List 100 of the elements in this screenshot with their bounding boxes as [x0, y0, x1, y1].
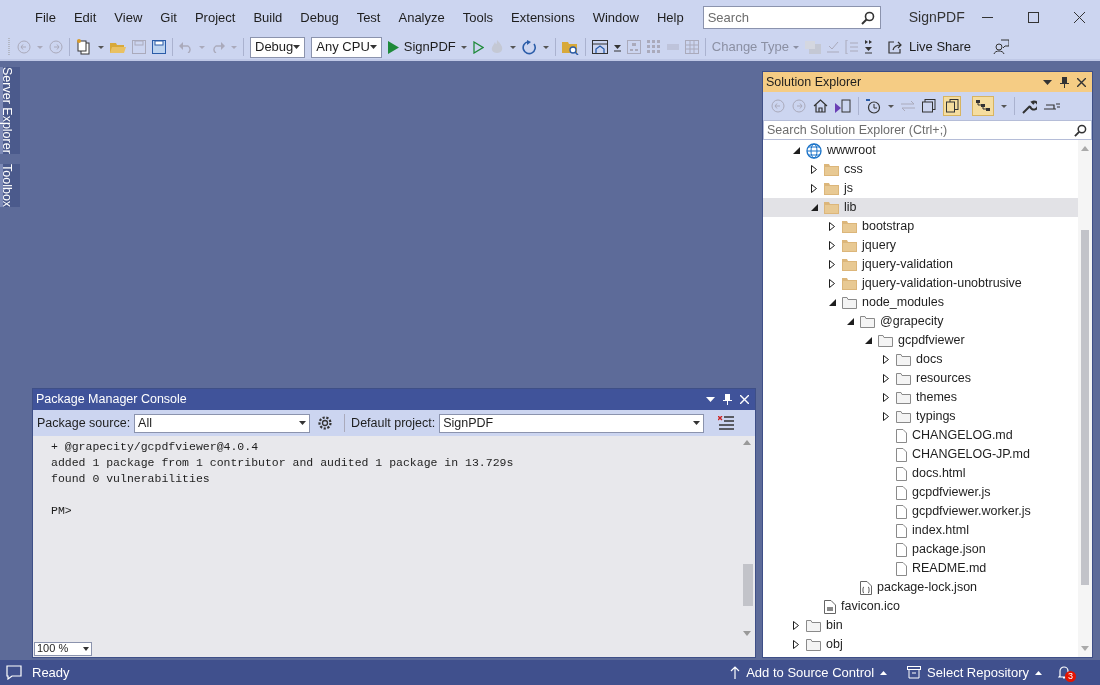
- tree-item[interactable]: jquery-validation: [763, 255, 1078, 274]
- settings-icon[interactable]: [317, 415, 334, 431]
- tree-item[interactable]: css: [763, 160, 1078, 179]
- tree-item[interactable]: CHANGELOG-JP.md: [763, 445, 1078, 464]
- menu-item[interactable]: Test: [347, 7, 390, 28]
- close-icon[interactable]: [1077, 77, 1086, 87]
- expand-arrow-icon[interactable]: [793, 640, 799, 649]
- tree-item[interactable]: resources: [763, 369, 1078, 388]
- menu-item[interactable]: Build: [244, 7, 292, 28]
- tree-item[interactable]: gcpdfviewer: [763, 331, 1078, 350]
- menu-item[interactable]: Window: [583, 7, 648, 28]
- collapse-arrow-icon[interactable]: [828, 299, 836, 306]
- tree-item[interactable]: gcpdfviewer.js: [763, 483, 1078, 502]
- pending-changes-icon[interactable]: [1044, 101, 1060, 111]
- tree-item[interactable]: README.md: [763, 559, 1078, 578]
- configuration-dropdown[interactable]: Debug: [250, 36, 306, 58]
- menu-item[interactable]: Tools: [453, 7, 503, 28]
- collapse-arrow-icon[interactable]: [846, 318, 854, 325]
- menu-item[interactable]: View: [105, 7, 152, 28]
- home-icon[interactable]: [813, 99, 828, 113]
- run-without-debugging-icon[interactable]: [472, 40, 484, 54]
- project-dropdown[interactable]: SignPDF: [439, 413, 705, 433]
- collapse-arrow-icon[interactable]: [810, 204, 818, 211]
- menu-item[interactable]: Help: [647, 7, 693, 28]
- tree-item[interactable]: favicon.ico: [763, 597, 1078, 616]
- tree-item[interactable]: gcpdfviewer.worker.js: [763, 502, 1078, 521]
- tree-item[interactable]: jquery: [763, 236, 1078, 255]
- dropdown-icon[interactable]: [706, 397, 715, 402]
- tree-item[interactable]: package-lock.json: [763, 578, 1078, 597]
- folder-search-icon[interactable]: [561, 39, 579, 55]
- scroll-thumb[interactable]: [1081, 230, 1089, 585]
- tree-item[interactable]: docs: [763, 350, 1078, 369]
- repository-button[interactable]: Select Repository: [907, 662, 1042, 683]
- caret-icon[interactable]: [509, 45, 516, 49]
- tree-item[interactable]: js: [763, 179, 1078, 198]
- tree-item[interactable]: CHANGELOG.md: [763, 426, 1078, 445]
- tree-item[interactable]: jquery-validation-unobtrusive: [763, 274, 1078, 293]
- pin-icon[interactable]: [1060, 76, 1069, 88]
- source-control-button[interactable]: Add to Source Control: [730, 662, 888, 683]
- feedback-icon[interactable]: [993, 39, 1010, 55]
- platform-dropdown[interactable]: Any CPU: [311, 36, 382, 58]
- scroll-thumb[interactable]: [743, 564, 753, 606]
- expand-arrow-icon[interactable]: [829, 222, 835, 231]
- pin-icon[interactable]: [723, 394, 732, 405]
- tree-item[interactable]: index.html: [763, 521, 1078, 540]
- search-field[interactable]: Search Solution Explorer (Ctrl+;): [763, 120, 1092, 140]
- menu-item[interactable]: Edit: [64, 7, 106, 28]
- tree-item[interactable]: wwwroot: [763, 141, 1078, 160]
- menu-item[interactable]: Git: [151, 7, 186, 28]
- collapse-all-icon[interactable]: [922, 99, 936, 113]
- side-tab[interactable]: Toolbox: [0, 163, 20, 207]
- refresh-icon[interactable]: [521, 39, 537, 55]
- tree-item[interactable]: typings: [763, 407, 1078, 426]
- notifications-button[interactable]: 3: [1056, 663, 1074, 682]
- collapse-arrow-icon[interactable]: [792, 147, 800, 154]
- tree-item[interactable]: obj: [763, 635, 1078, 654]
- overflow-icon[interactable]: [613, 42, 621, 52]
- dropdown-icon[interactable]: [1043, 79, 1052, 85]
- expand-arrow-icon[interactable]: [883, 355, 889, 364]
- tree-item[interactable]: lib: [763, 198, 1078, 217]
- caret-icon[interactable]: [542, 45, 549, 49]
- expand-arrow-icon[interactable]: [883, 412, 889, 421]
- menu-item[interactable]: File: [26, 7, 65, 28]
- sql-check-icon[interactable]: [826, 41, 839, 53]
- browser-home-icon[interactable]: [591, 39, 608, 55]
- expand-arrow-icon[interactable]: [829, 279, 835, 288]
- tree-item[interactable]: themes: [763, 388, 1078, 407]
- caret-icon[interactable]: [888, 104, 894, 108]
- tree-item[interactable]: bootstrap: [763, 217, 1078, 236]
- preview-selected-button[interactable]: [972, 96, 994, 116]
- overflow-icon[interactable]: [864, 40, 872, 54]
- zoom-dropdown[interactable]: 100 %: [34, 641, 92, 656]
- side-tab[interactable]: Server Explorer: [0, 67, 20, 154]
- source-dropdown[interactable]: All: [134, 413, 311, 433]
- live-share-button[interactable]: Live Share: [887, 37, 972, 57]
- tree-item[interactable]: docs.html: [763, 464, 1078, 483]
- expand-arrow-icon[interactable]: [829, 260, 835, 269]
- start-button[interactable]: SignPDF: [387, 37, 467, 57]
- caret-icon[interactable]: [1001, 104, 1007, 108]
- tree-item[interactable]: node_modules: [763, 293, 1078, 312]
- clear-console-icon[interactable]: [718, 416, 735, 430]
- history-icon[interactable]: [866, 98, 881, 114]
- vertical-scrollbar[interactable]: [1078, 140, 1092, 657]
- menu-item[interactable]: Project: [185, 7, 245, 28]
- expand-arrow-icon[interactable]: [883, 374, 889, 383]
- grid-dots-icon[interactable]: [646, 40, 661, 54]
- menu-item[interactable]: Analyze: [389, 7, 454, 28]
- expand-arrow-icon[interactable]: [811, 165, 817, 174]
- menu-item[interactable]: Debug: [291, 7, 348, 28]
- expand-arrow-icon[interactable]: [811, 184, 817, 193]
- search-field[interactable]: Search: [702, 6, 881, 29]
- wrench-icon[interactable]: [1022, 98, 1037, 114]
- tree-item[interactable]: package.json: [763, 540, 1078, 559]
- show-all-files-button[interactable]: [943, 96, 961, 116]
- tree-item[interactable]: @grapecity: [763, 312, 1078, 331]
- caret-icon[interactable]: [98, 45, 104, 49]
- expand-arrow-icon[interactable]: [793, 621, 799, 630]
- expand-arrow-icon[interactable]: [829, 241, 835, 250]
- switch-views-icon[interactable]: [835, 98, 851, 114]
- menu-item[interactable]: Extensions: [502, 7, 584, 28]
